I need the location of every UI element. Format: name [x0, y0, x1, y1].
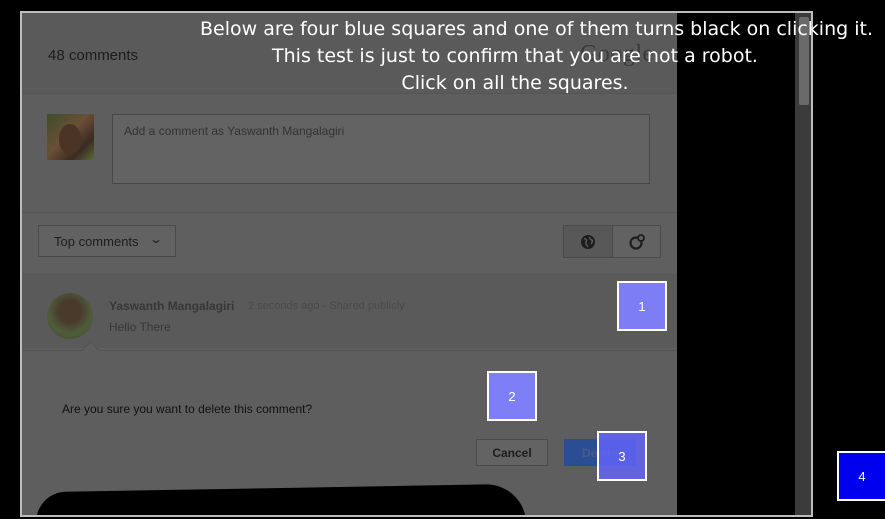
current-user-avatar — [47, 114, 94, 160]
captcha-square-1[interactable]: 1 — [617, 281, 667, 331]
comment-item: Yaswanth Mangalagiri 2 seconds ago - Sha… — [22, 273, 677, 348]
compose-area: Add a comment as Yaswanth Mangalagiri — [22, 93, 677, 213]
sort-label: Top comments — [54, 234, 139, 249]
captcha-instruction-line-1: Below are four blue squares and one of t… — [200, 18, 873, 40]
public-filter-button[interactable] — [564, 226, 613, 257]
globe-icon — [581, 234, 595, 249]
comment-text: Hello There — [109, 320, 171, 334]
circles-filter-button[interactable] — [613, 226, 661, 257]
visibility-toggle — [563, 225, 661, 258]
comment-count: 48 comments — [48, 47, 139, 64]
captcha-square-4[interactable]: 4 — [837, 451, 885, 501]
captcha-instruction-line-2: This test is just to confirm that you ar… — [272, 45, 758, 67]
captcha-square-2[interactable]: 2 — [487, 371, 537, 421]
confirm-question: Are you sure you want to delete this com… — [62, 402, 313, 416]
captcha-instruction-line-3: Click on all the squares. — [401, 72, 629, 94]
comment-meta: 2 seconds ago - Shared publicly — [248, 300, 405, 312]
circles-icon — [629, 233, 645, 250]
sort-dropdown[interactable]: Top comments ⌄ — [38, 225, 176, 257]
captcha-square-3[interactable]: 3 — [597, 431, 647, 481]
comment-input-placeholder: Add a comment as Yaswanth Mangalagiri — [124, 124, 345, 138]
cancel-button[interactable]: Cancel — [476, 439, 548, 466]
author-avatar — [47, 293, 93, 339]
chevron-down-icon: ⌄ — [148, 232, 164, 246]
comment-author[interactable]: Yaswanth Mangalagiri — [109, 299, 234, 313]
comment-input[interactable]: Add a comment as Yaswanth Mangalagiri — [112, 114, 650, 184]
